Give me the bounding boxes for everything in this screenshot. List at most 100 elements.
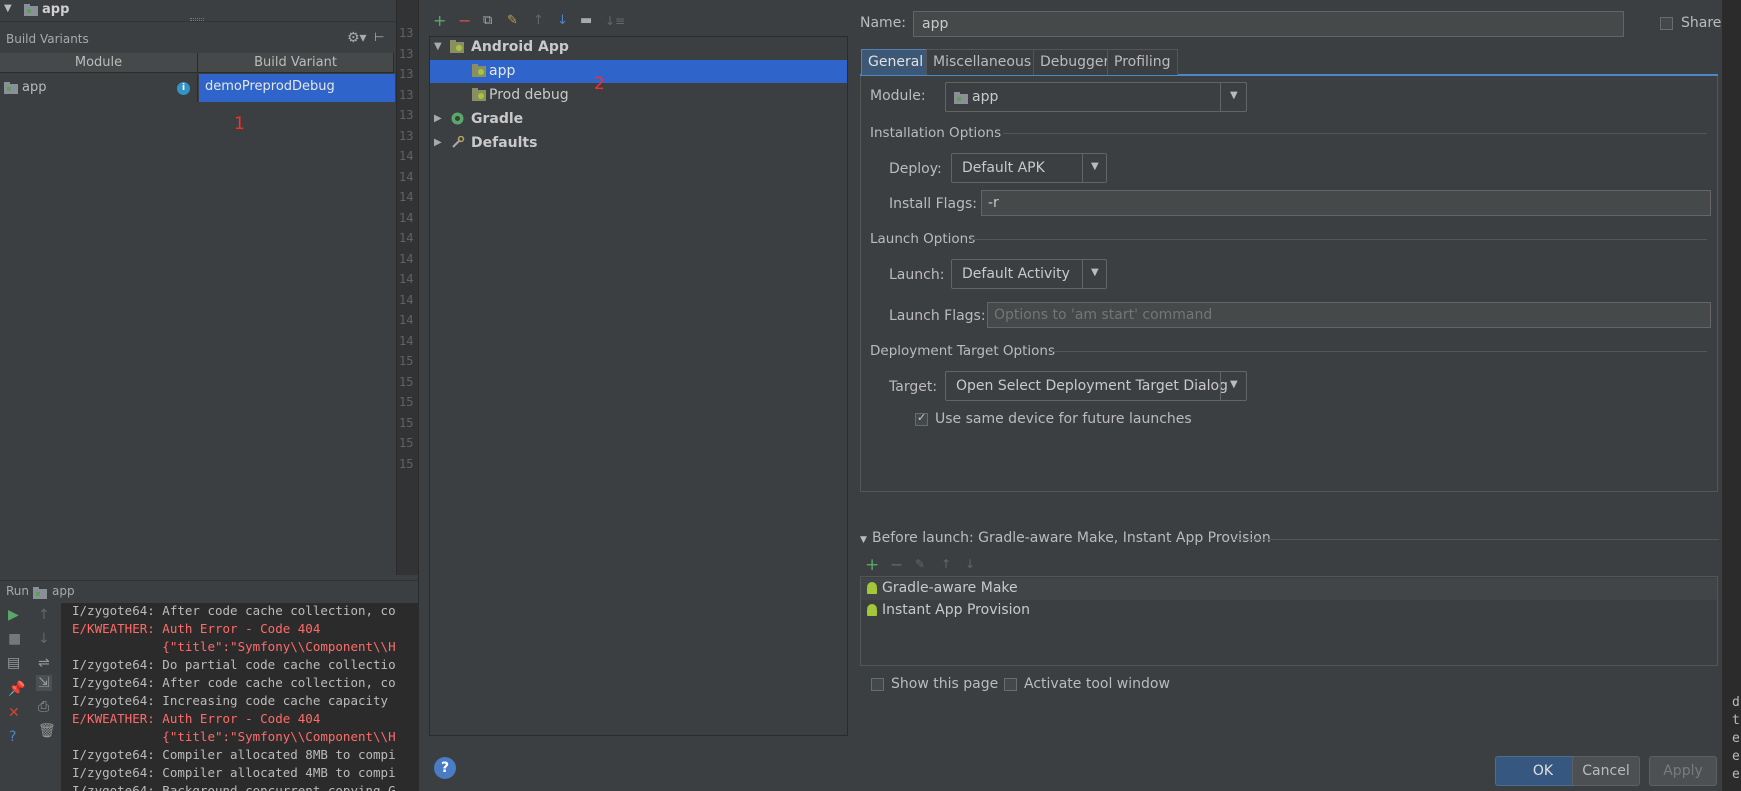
column-header-build-variant[interactable]: Build Variant: [198, 53, 394, 73]
tree-item-label: app: [489, 63, 516, 79]
module-folder-icon: [33, 587, 47, 599]
move-task-up-icon[interactable]: ↑: [941, 557, 951, 571]
rerun-icon[interactable]: ▶: [8, 607, 19, 623]
task-instant-app-provision[interactable]: Instant App Provision: [861, 600, 1717, 622]
gradle-icon: [451, 112, 464, 125]
module-cell[interactable]: app i: [0, 74, 198, 102]
annotation-number-1: 1: [234, 114, 245, 134]
tree-item-android-app[interactable]: ▼ Android App: [430, 36, 847, 59]
arrow-down-icon[interactable]: ↓: [38, 631, 50, 647]
hide-panel-icon[interactable]: ⊢: [374, 30, 384, 44]
same-device-label: Use same device for future launches: [935, 411, 1192, 427]
arrow-up-icon[interactable]: ↑: [38, 607, 50, 623]
line-number: 15: [399, 395, 414, 409]
add-icon[interactable]: +: [433, 10, 446, 32]
info-icon[interactable]: i: [177, 82, 190, 95]
soft-wrap-icon[interactable]: ⇌: [38, 655, 50, 671]
chevron-down-icon[interactable]: ▼: [1091, 267, 1099, 278]
task-gradle-aware-make[interactable]: Gradle-aware Make: [861, 578, 1717, 600]
activate-tool-window-checkbox[interactable]: [1004, 678, 1017, 691]
collapse-arrow-icon[interactable]: ▶: [434, 137, 442, 148]
section-divider: [971, 239, 1707, 240]
line-number: 15: [399, 456, 414, 471]
task-label: Instant App Provision: [882, 602, 1030, 618]
launch-value: Default Activity: [962, 266, 1070, 282]
show-page-checkbox[interactable]: [871, 678, 884, 691]
apply-button[interactable]: Apply: [1649, 756, 1717, 786]
column-header-module[interactable]: Module: [0, 53, 198, 73]
edit-defaults-icon[interactable]: ✎: [507, 10, 518, 32]
trash-icon[interactable]: 🗑: [38, 723, 56, 739]
run-config-name: app: [52, 584, 75, 598]
close-icon[interactable]: ✕: [8, 705, 20, 721]
launch-flags-input[interactable]: [987, 302, 1711, 328]
install-flags-input[interactable]: [981, 190, 1711, 216]
scroll-to-end-icon[interactable]: ⇲: [36, 675, 52, 691]
launch-label: Launch:: [889, 267, 945, 283]
expand-arrow-icon[interactable]: ▼: [4, 3, 12, 14]
install-flags-label: Install Flags:: [889, 196, 978, 212]
tab-miscellaneous[interactable]: Miscellaneous: [926, 49, 1039, 75]
move-up-icon[interactable]: ↑: [533, 10, 544, 32]
layout-icon[interactable]: ▤: [7, 655, 20, 671]
line-number: 14: [399, 190, 414, 204]
edit-task-icon[interactable]: ✎: [915, 557, 925, 571]
help-icon[interactable]: ?: [9, 729, 16, 745]
help-button[interactable]: ?: [434, 757, 456, 779]
build-variants-title: Build Variants: [6, 32, 89, 46]
expand-arrow-icon[interactable]: ▼: [434, 41, 442, 52]
share-label: Share: [1681, 15, 1722, 31]
collapse-arrow-icon[interactable]: ▶: [434, 113, 442, 124]
gear-icon[interactable]: ⚙▾: [347, 30, 367, 46]
tab-debugger[interactable]: Debugger: [1033, 49, 1117, 75]
name-input[interactable]: [913, 11, 1624, 37]
launch-dropdown[interactable]: Default Activity ▼: [951, 259, 1107, 289]
installation-options-title: Installation Options: [870, 125, 1002, 141]
add-task-icon[interactable]: +: [865, 555, 879, 575]
pin-icon[interactable]: 📌: [8, 681, 25, 697]
line-number: 14: [399, 210, 414, 225]
edge-char: e: [1732, 731, 1740, 746]
chevron-down-icon[interactable]: ▼: [1230, 90, 1238, 101]
chevron-down-icon[interactable]: ▼: [1230, 379, 1238, 390]
cancel-button[interactable]: Cancel: [1572, 756, 1640, 786]
move-task-down-icon[interactable]: ↓: [965, 557, 975, 571]
deploy-dropdown[interactable]: Default APK ▼: [951, 153, 1107, 183]
combo-separator: [1220, 83, 1221, 111]
tree-item-gradle[interactable]: ▶ Gradle: [430, 108, 847, 131]
tree-toolbar: + − ⧉ ✎ ↑ ↓ ▬ ↓≡: [430, 10, 850, 34]
run-console[interactable]: I/zygote64: After code cache collection,…: [62, 603, 418, 791]
tree-item-prod-debug[interactable]: Prod debug: [430, 84, 847, 107]
target-label: Target:: [889, 379, 938, 395]
editor-edge: [1722, 0, 1741, 791]
line-number: 14: [399, 333, 414, 348]
move-down-icon[interactable]: ↓: [557, 10, 568, 32]
edge-char: e: [1732, 767, 1740, 782]
collapse-arrow-icon[interactable]: ▼: [860, 535, 867, 545]
share-checkbox[interactable]: [1660, 17, 1673, 30]
tab-profiling[interactable]: Profiling: [1107, 49, 1178, 75]
target-dropdown[interactable]: Open Select Deployment Target Dialog ▼: [945, 371, 1247, 401]
copy-icon[interactable]: ⧉: [483, 10, 492, 32]
resize-grip[interactable]: [190, 18, 204, 21]
module-dropdown[interactable]: app ▼: [945, 82, 1247, 112]
console-line: I/zygote64: Background concurrent copyin…: [72, 783, 396, 791]
print-icon[interactable]: ⎙: [38, 699, 49, 715]
line-number: 13: [399, 128, 414, 143]
stop-icon[interactable]: ■: [8, 631, 21, 647]
tree-item-app[interactable]: app: [430, 60, 847, 83]
build-variant-cell[interactable]: demoPreprodDebug: [199, 74, 395, 102]
console-line: E/KWEATHER: Auth Error - Code 404: [72, 621, 321, 636]
same-device-checkbox[interactable]: [915, 411, 928, 426]
before-launch-label[interactable]: Before launch: Gradle-aware Make, Instan…: [872, 530, 1271, 546]
sort-icon[interactable]: ↓≡: [605, 10, 625, 32]
chevron-down-icon[interactable]: ▼: [1091, 161, 1099, 172]
tab-general[interactable]: General: [861, 49, 931, 75]
remove-task-icon[interactable]: −: [890, 555, 903, 574]
remove-icon[interactable]: −: [458, 10, 471, 32]
android-config-icon: [472, 64, 486, 77]
folder-icon[interactable]: ▬: [580, 10, 592, 32]
tree-item-defaults[interactable]: ▶ Defaults: [430, 132, 847, 155]
line-number: 15: [399, 415, 414, 430]
activate-tool-window-label: Activate tool window: [1024, 676, 1170, 692]
